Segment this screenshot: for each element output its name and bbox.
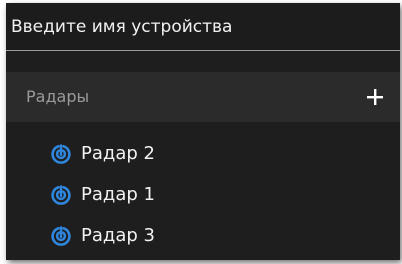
- radar-icon: [51, 185, 71, 205]
- device-search-input[interactable]: [6, 3, 392, 50]
- list-item[interactable]: Радар 2: [6, 137, 400, 178]
- device-panel: Радары Радар 2 Радар 1: [6, 3, 400, 260]
- device-name: Радар 3: [81, 225, 155, 246]
- device-list: Радар 2 Радар 1 Радар 3: [6, 137, 400, 260]
- plus-icon: [367, 89, 383, 105]
- list-item[interactable]: Радар 3: [6, 219, 400, 260]
- device-name: Радар 2: [81, 143, 155, 164]
- radar-icon: [51, 226, 71, 246]
- search-underline: [6, 50, 400, 51]
- add-device-button[interactable]: [363, 85, 387, 109]
- group-title: Радары: [26, 87, 90, 106]
- list-item[interactable]: Радар 1: [6, 178, 400, 219]
- radar-icon: [51, 144, 71, 164]
- group-header-radars[interactable]: Радары: [6, 72, 400, 122]
- device-search: [6, 3, 400, 51]
- device-name: Радар 1: [81, 184, 155, 205]
